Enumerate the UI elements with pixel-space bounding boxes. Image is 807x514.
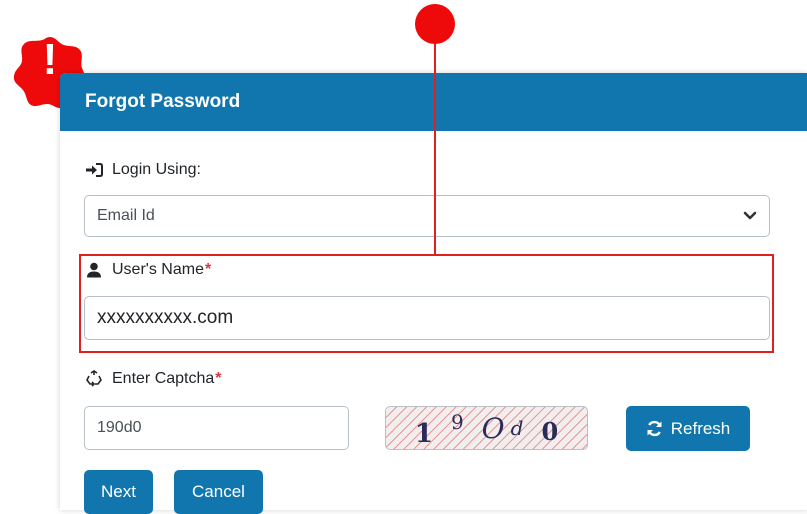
next-label: Next (101, 482, 136, 501)
captcha-label: Enter Captcha (112, 370, 215, 387)
login-using-label-row: Login Using: (84, 161, 201, 179)
required-mark: * (215, 370, 222, 387)
required-mark: * (204, 261, 212, 278)
user-icon (84, 262, 104, 278)
username-label-row: User's Name * (84, 261, 211, 279)
captcha-input-value: 190d0 (97, 419, 142, 436)
login-using-label: Login Using: (112, 161, 201, 178)
captcha-label-row: Enter Captcha * (84, 370, 222, 388)
pointer-line (434, 30, 436, 256)
next-button[interactable]: Next (84, 470, 153, 514)
pointer-dot (415, 4, 455, 44)
username-label: User's Name (112, 261, 204, 278)
captcha-char: O (481, 411, 505, 445)
login-using-value: Email Id (97, 207, 155, 224)
captcha-char: 1 (414, 419, 433, 449)
captcha-input[interactable]: 190d0 (84, 406, 349, 450)
captcha-char: d (510, 416, 524, 440)
username-input[interactable]: xxxxxxxxxx.com (84, 296, 770, 340)
captcha-char: 9 (450, 410, 464, 434)
dialog-title: Forgot Password (85, 91, 241, 112)
chevron-down-icon (743, 211, 757, 221)
captcha-char: 0 (541, 416, 559, 446)
username-value: xxxxxxxxxx.com (97, 307, 234, 328)
recycle-icon (84, 370, 104, 388)
sign-in-icon (84, 162, 104, 178)
login-using-select[interactable]: Email Id (84, 195, 770, 237)
cancel-label: Cancel (192, 482, 245, 501)
captcha-image: 1 9 O d 0 (385, 406, 588, 450)
refresh-label: Refresh (670, 418, 731, 438)
sync-icon (646, 420, 663, 437)
cancel-button[interactable]: Cancel (174, 470, 263, 514)
refresh-button[interactable]: Refresh (626, 406, 750, 451)
